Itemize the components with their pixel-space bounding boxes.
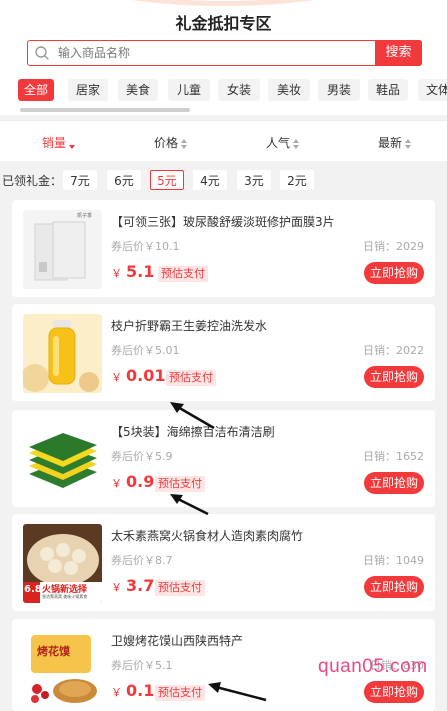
- product-title: 卫嫂烤花馍山西陕西特产: [111, 634, 244, 648]
- product-title: 太禾素燕窝火锅食材人造肉素肉腐竹: [111, 529, 304, 543]
- gift-option-6[interactable]: 6元: [107, 170, 141, 190]
- currency-symbol: ￥: [111, 686, 122, 699]
- category-food[interactable]: 美食: [118, 79, 158, 101]
- header: 礼金抵扣专区 搜索 全部 居家 美食 儿童 女装 美妆 男装 鞋品 文体: [0, 0, 447, 115]
- gift-option-4[interactable]: 4元: [193, 170, 227, 190]
- product-title: 【5块装】海绵擦百洁布清洁刷: [111, 425, 275, 439]
- buy-now-button[interactable]: 立即抢购: [364, 576, 424, 598]
- sort-popularity-label: 人气: [266, 136, 291, 150]
- product-title: 枝户折野霸王生姜控油洗发水: [111, 319, 268, 333]
- category-men[interactable]: 男装: [318, 79, 360, 101]
- estimate-badge: 预估支付: [166, 370, 216, 386]
- sort-arrow-icon: [181, 138, 188, 149]
- sort-price[interactable]: 价格: [154, 134, 188, 151]
- sort-newest[interactable]: 最新: [378, 134, 412, 151]
- buy-now-button[interactable]: 立即抢购: [364, 472, 424, 494]
- category-women[interactable]: 女装: [218, 79, 260, 101]
- sort-arrow-icon: [405, 138, 412, 149]
- currency-symbol: ￥: [111, 267, 122, 280]
- estimate-badge: 预估支付: [158, 266, 208, 282]
- final-price: ￥ 0.9: [111, 472, 154, 491]
- category-shoes[interactable]: 鞋品: [368, 79, 408, 101]
- page-title: 礼金抵扣专区: [175, 14, 272, 33]
- final-price: ￥ 3.7: [111, 576, 154, 595]
- price-value: 5.1: [126, 262, 155, 281]
- final-price: ￥ 5.1: [111, 262, 154, 281]
- sort-bar: 销量 价格 人气 最新: [0, 120, 447, 161]
- sort-sales[interactable]: 销量: [42, 134, 76, 151]
- buy-now-button[interactable]: 立即抢购: [364, 681, 424, 703]
- category-kids[interactable]: 儿童: [168, 79, 210, 101]
- watermark: quan05.com: [318, 656, 428, 677]
- gift-filter-label: 已领礼金：: [2, 174, 63, 188]
- bread-brand-text: 烤花馍: [37, 645, 70, 658]
- coupon-price: 券后价￥8.7: [111, 554, 173, 567]
- buy-now-button[interactable]: 立即抢购: [364, 366, 424, 388]
- product-brand-text: 凯子季: [77, 213, 93, 219]
- sort-sales-label: 销量: [42, 136, 67, 150]
- price-value: 3.7: [126, 576, 155, 595]
- product-card[interactable]: 【5块装】海绵擦百洁布清洁刷 券后价￥5.9 日销：1652 ￥ 0.9 预估支付…: [12, 410, 435, 507]
- sort-popularity[interactable]: 人气: [266, 134, 300, 151]
- coupon-price: 券后价￥5.9: [111, 450, 173, 463]
- category-all[interactable]: 全部: [18, 79, 54, 101]
- estimate-badge: 预估支付: [155, 580, 205, 596]
- sort-arrow-icon: [293, 138, 300, 149]
- final-price: ￥ 0.01: [111, 366, 165, 385]
- currency-symbol: ￥: [111, 371, 122, 384]
- daily-sales: 日销：2029: [363, 240, 424, 253]
- search-button[interactable]: 搜索: [375, 40, 422, 66]
- sort-newest-label: 最新: [378, 136, 403, 150]
- coupon-price: 券后价￥5.01: [111, 344, 180, 357]
- coupon-price: 券后价￥10.1: [111, 240, 180, 253]
- hotpot-banner-sub: 香浓素燕窝 美味火锅素食: [42, 594, 88, 599]
- product-card[interactable]: 枝户折野霸王生姜控油洗发水 券后价￥5.01 日销：2022 ￥ 0.01 预估支…: [12, 304, 435, 401]
- daily-sales: 日销：1652: [363, 450, 424, 463]
- product-image[interactable]: 凯子季: [23, 210, 102, 289]
- estimate-badge: 预估支付: [155, 476, 205, 492]
- product-image[interactable]: [23, 314, 102, 393]
- sort-price-label: 价格: [154, 136, 179, 150]
- coupon-price: 券后价￥5.1: [111, 659, 173, 672]
- category-home[interactable]: 居家: [68, 79, 108, 101]
- gift-option-2[interactable]: 2元: [280, 170, 314, 190]
- price-value: 0.9: [126, 472, 155, 491]
- final-price: ￥ 0.1: [111, 681, 154, 700]
- buy-now-button[interactable]: 立即抢购: [364, 262, 424, 284]
- daily-sales: 日销：1049: [363, 554, 424, 567]
- search-icon: [35, 46, 49, 60]
- price-value: 0.01: [126, 366, 166, 385]
- currency-symbol: ￥: [111, 477, 122, 490]
- product-image[interactable]: 6.8 火锅新选择 香浓素燕窝 美味火锅素食: [23, 524, 102, 603]
- category-sports[interactable]: 文体: [418, 79, 447, 101]
- sort-arrow-icon: [69, 139, 76, 149]
- estimate-badge: 预估支付: [155, 685, 205, 701]
- category-scroll-indicator: [20, 108, 190, 112]
- product-image[interactable]: 烤花馍: [23, 629, 102, 708]
- currency-symbol: ￥: [111, 581, 122, 594]
- product-card[interactable]: 6.8 火锅新选择 香浓素燕窝 美味火锅素食 太禾素燕窝火锅食材人造肉素肉腐竹 …: [12, 514, 435, 611]
- gift-option-3[interactable]: 3元: [237, 170, 271, 190]
- gift-option-7[interactable]: 7元: [63, 170, 97, 190]
- search-box: 搜索: [27, 40, 422, 66]
- price-value: 0.1: [126, 681, 155, 700]
- product-card[interactable]: 凯子季 【可领三张】玻尿酸舒缓淡斑修护面膜3片 券后价￥10.1 日销：2029…: [12, 200, 435, 297]
- gift-option-5[interactable]: 5元: [150, 170, 184, 190]
- product-title: 【可领三张】玻尿酸舒缓淡斑修护面膜3片: [111, 215, 335, 229]
- search-input[interactable]: [58, 43, 368, 63]
- daily-sales: 日销：2022: [363, 344, 424, 357]
- category-beauty[interactable]: 美妆: [268, 79, 310, 101]
- hotpot-badge-price: 6.8: [24, 584, 42, 595]
- product-image[interactable]: [23, 420, 102, 499]
